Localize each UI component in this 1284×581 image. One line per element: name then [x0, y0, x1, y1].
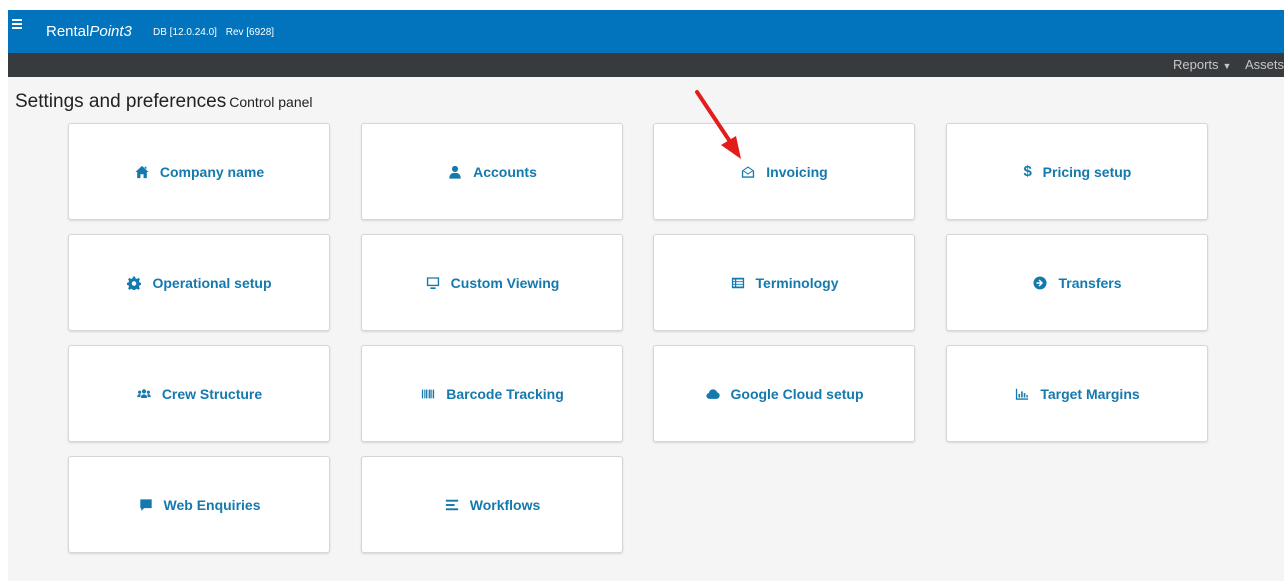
app-brand[interactable]: RentalPoint3 [46, 23, 132, 40]
app-header: RentalPoint3 DB [12.0.24.0] Rev [6928] [8, 10, 1284, 53]
tile-pricing-setup[interactable]: $ Pricing setup [946, 123, 1208, 220]
nav-bar: Reports ▼ Assets [8, 53, 1284, 77]
cloud-icon [705, 386, 721, 402]
left-strip [0, 0, 8, 581]
tile-company-name[interactable]: Company name [68, 123, 330, 220]
user-icon [447, 164, 463, 180]
version-info: DB [12.0.24.0] Rev [6928] [153, 27, 280, 38]
tile-custom-viewing[interactable]: Custom Viewing [361, 234, 623, 331]
bar-chart-icon [1014, 386, 1030, 402]
tile-target-margins[interactable]: Target Margins [946, 345, 1208, 442]
db-version: DB [12.0.24.0] [153, 27, 217, 38]
tile-google-cloud-setup[interactable]: Google Cloud setup [653, 345, 915, 442]
tile-barcode-tracking[interactable]: Barcode Tracking [361, 345, 623, 442]
page-subtitle: Control panel [229, 94, 313, 110]
tile-terminology[interactable]: Terminology [653, 234, 915, 331]
tile-web-enquiries[interactable]: Web Enquiries [68, 456, 330, 553]
arrow-circle-right-icon [1032, 275, 1048, 291]
tile-workflows[interactable]: Workflows [361, 456, 623, 553]
comment-icon [138, 497, 154, 513]
gear-icon [126, 275, 142, 291]
tile-accounts[interactable]: Accounts [361, 123, 623, 220]
list-icon [730, 275, 746, 291]
rev-number: Rev [6928] [225, 27, 275, 38]
menu-icon[interactable] [12, 19, 22, 29]
nav-assets[interactable]: Assets [1245, 57, 1284, 72]
envelope-open-icon [740, 164, 756, 180]
tile-operational-setup[interactable]: Operational setup [68, 234, 330, 331]
dollar-icon: $ [1023, 163, 1032, 180]
main-content: Settings and preferences Control panel Co… [8, 77, 1284, 581]
nav-reports-dropdown[interactable]: Reports ▼ [1173, 57, 1231, 72]
page-title: Settings and preferences Control panel [15, 91, 313, 112]
home-icon [134, 164, 150, 180]
users-icon [136, 386, 152, 402]
monitor-icon [425, 275, 441, 291]
tile-crew-structure[interactable]: Crew Structure [68, 345, 330, 442]
barcode-icon [420, 386, 436, 402]
annotation-arrow [695, 90, 741, 159]
caret-down-icon: ▼ [1222, 61, 1232, 71]
align-icon [444, 497, 460, 513]
tile-transfers[interactable]: Transfers [946, 234, 1208, 331]
